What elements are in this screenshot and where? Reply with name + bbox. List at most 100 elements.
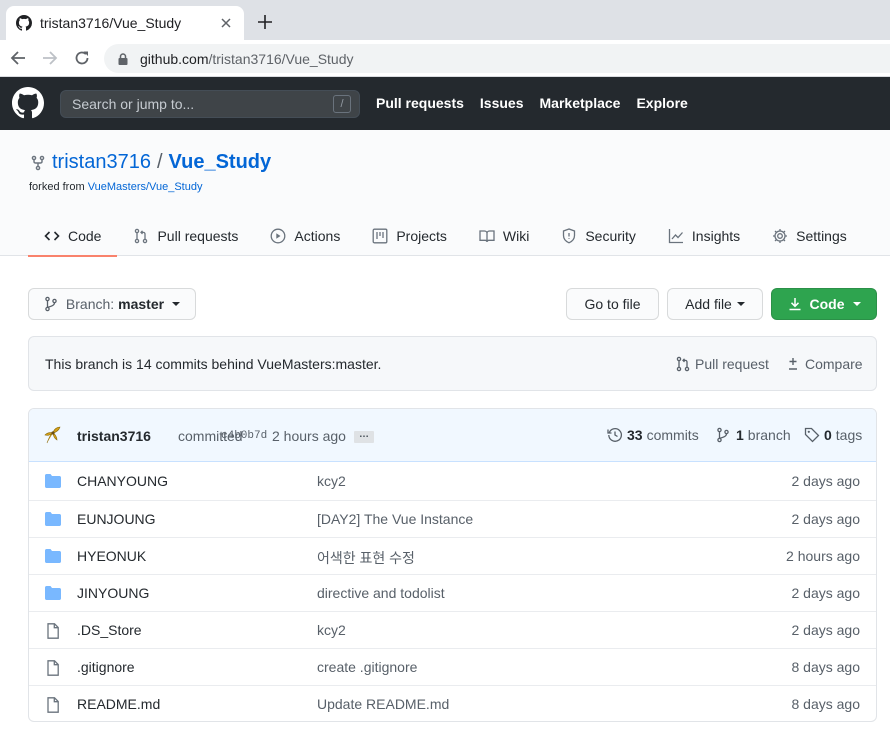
repo-forked-icon [30, 155, 46, 171]
tab-code-label: Code [68, 228, 102, 244]
search-placeholder: Search or jump to... [72, 96, 195, 112]
file-row[interactable]: .DS_Store kcy2 2 days ago [29, 611, 876, 648]
shield-icon [561, 228, 577, 244]
file-name-link[interactable]: JINYOUNG [77, 585, 149, 601]
branch-select-button[interactable]: Branch: master [28, 288, 196, 320]
commit-sha-link[interactable]: c4b0b7d [221, 430, 267, 442]
browser-tab[interactable]: tristan3716/Vue_Study [6, 6, 244, 40]
file-commit-message-link[interactable]: 어색한 표현 수정 [317, 548, 415, 568]
file-icon [47, 660, 63, 676]
tab-projects[interactable]: Projects [356, 216, 463, 256]
file-commit-message-link[interactable]: create .gitignore [317, 659, 417, 675]
file-row[interactable]: .gitignore create .gitignore 8 days ago [29, 648, 876, 685]
file-commit-message-link[interactable]: kcy2 [317, 622, 346, 638]
history-icon [607, 427, 623, 443]
repo-name-link[interactable]: Vue_Study [169, 151, 272, 174]
close-icon[interactable] [218, 15, 234, 31]
forward-arrow-icon[interactable] [40, 48, 60, 68]
file-name-link[interactable]: .DS_Store [77, 622, 142, 638]
chevron-down-icon [736, 302, 745, 306]
branches-count: 1 [736, 427, 744, 443]
address-bar[interactable]: github.com/tristan3716/Vue_Study [104, 44, 890, 73]
repo-header: tristan3716 / Vue_Study forked from VueM… [0, 130, 890, 257]
add-file-button[interactable]: Add file [667, 288, 763, 320]
compare-link[interactable]: Compare [785, 356, 863, 372]
file-age: 2 days ago [791, 511, 861, 527]
file-row[interactable]: EUNJOUNG [DAY2] The Vue Instance 2 days ag… [29, 500, 876, 537]
tags-count-link[interactable]: 0 tags [804, 427, 862, 443]
github-header: Search or jump to... / Pull requests Iss… [0, 77, 890, 130]
forked-from-label: forked from [29, 181, 85, 193]
commits-count-link[interactable]: 33 commits [607, 427, 699, 443]
forked-from: forked from VueMasters/Vue_Study [29, 181, 202, 193]
search-shortcut-badge: / [333, 95, 351, 113]
tab-pull-requests[interactable]: Pull requests [117, 216, 254, 256]
branch-label: Branch: [65, 296, 115, 312]
pull-request-link-label: Pull request [695, 356, 769, 372]
tab-insights[interactable]: Insights [652, 216, 756, 256]
file-row[interactable]: README.md Update README.md 8 days ago [29, 685, 876, 721]
file-name-link[interactable]: CHANYOUNG [77, 473, 168, 489]
tab-settings[interactable]: Settings [756, 216, 863, 256]
tab-actions[interactable]: Actions [254, 216, 356, 256]
url-path: /tristan3716/Vue_Study [208, 50, 354, 67]
file-row[interactable]: HYEONUK 어색한 표현 수정 2 hours ago [29, 537, 876, 574]
commits-label: commits [646, 427, 699, 443]
diff-icon [785, 356, 801, 372]
back-arrow-icon[interactable] [8, 48, 28, 68]
tab-security-label: Security [585, 228, 636, 244]
file-row[interactable]: CHANYOUNG kcy2 2 days ago [29, 463, 876, 500]
file-commit-message-link[interactable]: Update README.md [317, 696, 449, 712]
code-download-button[interactable]: Code [771, 288, 877, 320]
header-nav-marketplace[interactable]: Marketplace [540, 95, 621, 111]
repo-owner-link[interactable]: tristan3716 [52, 151, 151, 174]
pull-request-link[interactable]: Pull request [675, 356, 769, 372]
tab-code[interactable]: Code [28, 216, 118, 257]
chevron-down-icon [852, 302, 861, 306]
folder-icon [45, 474, 61, 490]
header-nav-issues[interactable]: Issues [480, 95, 524, 111]
browser-tabstrip: tristan3716/Vue_Study [0, 0, 890, 40]
search-input[interactable]: Search or jump to... / [60, 90, 360, 118]
header-nav-pull-requests[interactable]: Pull requests [376, 95, 464, 111]
tab-wiki-label: Wiki [502, 228, 530, 244]
github-favicon-icon [16, 15, 32, 31]
reload-icon[interactable] [72, 48, 92, 68]
file-commit-message-link[interactable]: directive and todolist [317, 585, 445, 601]
tab-actions-label: Actions [294, 228, 341, 244]
github-logo-icon[interactable] [12, 87, 44, 119]
header-nav-explore[interactable]: Explore [636, 95, 687, 111]
file-commit-message-link[interactable]: kcy2 [317, 473, 346, 489]
tab-settings-label: Settings [796, 228, 847, 244]
browser-tab-title: tristan3716/Vue_Study [40, 15, 182, 31]
file-age: 8 days ago [791, 659, 861, 675]
branch-icon [44, 296, 58, 312]
file-name-link[interactable]: .gitignore [77, 659, 135, 675]
file-commit-message-link[interactable]: [DAY2] The Vue Instance [317, 511, 473, 527]
file-name-link[interactable]: README.md [77, 696, 160, 712]
commit-author-link[interactable]: tristan3716 [77, 428, 151, 444]
branch-status-text: This branch is 14 commits behind VueMast… [45, 356, 382, 372]
file-row[interactable]: JINYOUNG directive and todolist 2 days ago [29, 574, 876, 611]
tab-security[interactable]: Security [545, 216, 652, 256]
project-icon [372, 228, 388, 244]
tab-wiki[interactable]: Wiki [463, 216, 545, 256]
folder-icon [45, 586, 61, 602]
branches-count-link[interactable]: 1 branch [716, 427, 791, 443]
file-name-link[interactable]: EUNJOUNG [77, 511, 156, 527]
download-icon [788, 297, 802, 311]
file-name-link[interactable]: HYEONUK [77, 548, 146, 564]
file-age: 2 days ago [791, 473, 861, 489]
commit-message-expand-button[interactable]: … [354, 430, 374, 443]
book-icon [479, 228, 495, 244]
lock-icon[interactable] [116, 52, 130, 66]
tab-insights-label: Insights [691, 228, 741, 244]
go-to-file-button[interactable]: Go to file [566, 288, 659, 320]
avatar[interactable] [41, 423, 65, 447]
forked-from-link[interactable]: VueMasters/Vue_Study [88, 181, 203, 193]
header-nav: Pull requests Issues Marketplace Explore [376, 95, 704, 111]
repo-nav: Code Pull requests Actions Projects Wiki… [28, 216, 863, 257]
new-tab-plus-icon[interactable] [256, 13, 274, 31]
play-icon [270, 228, 286, 244]
compare-link-label: Compare [805, 356, 863, 372]
